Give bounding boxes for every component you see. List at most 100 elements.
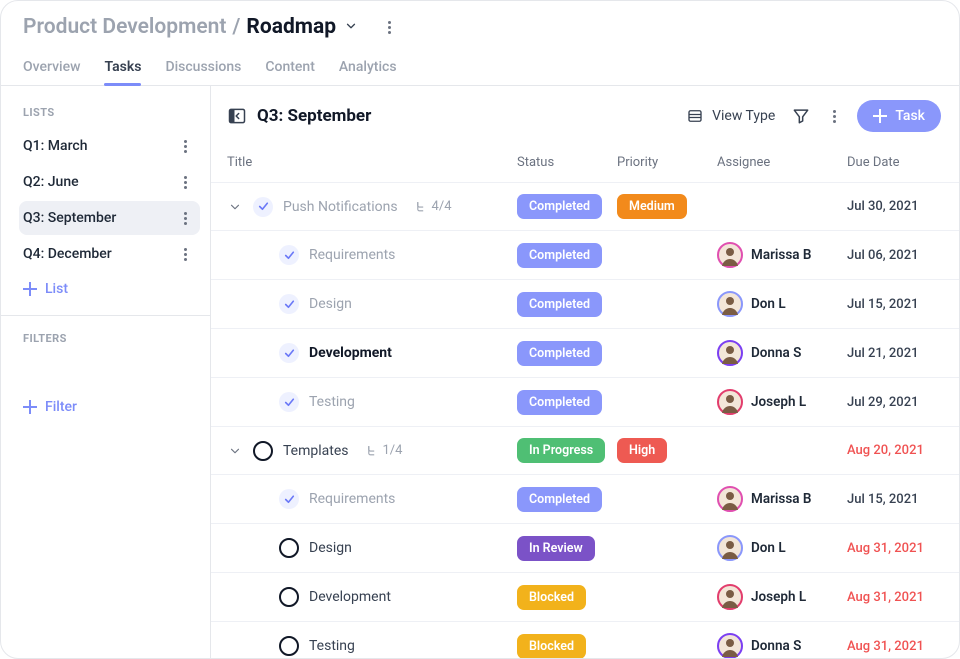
sidebar-list-item[interactable]: Q1: March: [19, 129, 200, 163]
tab-overview[interactable]: Overview: [23, 53, 80, 85]
due-date: Aug 20, 2021: [847, 443, 947, 458]
filter-icon[interactable]: [791, 106, 811, 126]
due-date: Jul 06, 2021: [847, 248, 947, 263]
more-menu-icon[interactable]: [382, 21, 396, 34]
breadcrumb-parent[interactable]: Product Development: [23, 15, 226, 39]
add-list-button[interactable]: List: [19, 271, 200, 307]
sidebar-list-item[interactable]: Q2: June: [19, 165, 200, 199]
task-title: Push Notifications: [283, 199, 398, 215]
more-menu-icon[interactable]: [178, 176, 192, 189]
panel-collapse-icon[interactable]: [227, 106, 247, 126]
avatar[interactable]: [717, 633, 743, 658]
due-date: Aug 31, 2021: [847, 541, 947, 556]
task-row-child[interactable]: DesignIn ReviewDon LAug 31, 2021: [211, 524, 959, 573]
avatar[interactable]: [717, 486, 743, 512]
task-title: Templates: [283, 443, 349, 459]
status-badge[interactable]: Completed: [517, 487, 602, 512]
task-checkbox-done[interactable]: [253, 197, 273, 217]
avatar[interactable]: [717, 291, 743, 317]
priority-badge[interactable]: High: [617, 438, 667, 463]
more-menu-icon[interactable]: [827, 110, 841, 123]
status-badge[interactable]: Completed: [517, 194, 602, 219]
plus-icon: [23, 282, 37, 296]
status-badge[interactable]: In Review: [517, 536, 595, 561]
view-tabs: Overview Tasks Discussions Content Analytics: [1, 45, 959, 86]
task-row-child[interactable]: Requirements Completed Marissa B Jul 06, 20…: [211, 231, 959, 280]
status-badge[interactable]: Completed: [517, 390, 602, 415]
sidebar-list-item[interactable]: Q4: December: [19, 237, 200, 271]
task-checkbox-open[interactable]: [279, 538, 299, 558]
breadcrumb: Product Development / Roadmap: [1, 1, 959, 45]
view-type-button[interactable]: View Type: [686, 107, 775, 125]
more-menu-icon[interactable]: [178, 140, 192, 153]
status-badge[interactable]: In Progress: [517, 438, 605, 463]
assignee-name: Donna S: [751, 345, 801, 361]
more-menu-icon[interactable]: [178, 212, 192, 225]
assignee-name: Marissa B: [751, 491, 812, 507]
task-row-child[interactable]: RequirementsCompletedMarissa BJul 15, 20…: [211, 475, 959, 524]
sidebar-list-item[interactable]: Q3: September: [19, 201, 200, 235]
subtask-count: 4/4: [414, 199, 452, 214]
assignee-name: Don L: [751, 540, 786, 556]
status-badge[interactable]: Completed: [517, 341, 602, 366]
task-checkbox-done[interactable]: [279, 245, 299, 265]
col-priority[interactable]: Priority: [617, 155, 717, 170]
tab-tasks[interactable]: Tasks: [104, 53, 141, 85]
chevron-down-icon[interactable]: [344, 18, 358, 37]
add-filter-button[interactable]: Filter: [19, 389, 200, 425]
due-date: Jul 15, 2021: [847, 297, 947, 312]
task-row-child[interactable]: DevelopmentBlockedJoseph LAug 31, 2021: [211, 573, 959, 622]
task-row-parent[interactable]: Push Notifications 4/4 Completed Medium Jul …: [211, 183, 959, 231]
plus-icon: [873, 109, 887, 123]
avatar[interactable]: [717, 535, 743, 561]
sidebar-item-label: Q4: December: [23, 246, 112, 262]
avatar[interactable]: [717, 389, 743, 415]
col-title[interactable]: Title: [227, 155, 517, 170]
task-list: Push Notifications 4/4 Completed Medium Jul …: [211, 183, 959, 658]
tab-analytics[interactable]: Analytics: [339, 53, 397, 85]
tab-content[interactable]: Content: [265, 53, 315, 85]
avatar[interactable]: [717, 242, 743, 268]
more-menu-icon[interactable]: [178, 248, 192, 261]
task-row-child[interactable]: DesignCompletedDon LJul 15, 2021: [211, 280, 959, 329]
task-row-child[interactable]: DevelopmentCompletedDonna SJul 21, 2021: [211, 329, 959, 378]
avatar[interactable]: [717, 340, 743, 366]
task-checkbox-open[interactable]: [253, 441, 273, 461]
breadcrumb-current[interactable]: Roadmap: [246, 15, 336, 39]
sidebar-lists: Q1: March Q2: June Q3: September Q4: Decemb…: [19, 129, 200, 271]
column-headers: Title Status Priority Assignee Due Date: [211, 142, 959, 183]
list-view-icon: [686, 107, 704, 125]
task-checkbox-done[interactable]: [279, 343, 299, 363]
status-badge[interactable]: Completed: [517, 243, 602, 268]
chevron-down-icon[interactable]: [227, 443, 243, 459]
task-checkbox-open[interactable]: [279, 587, 299, 607]
status-badge[interactable]: Blocked: [517, 634, 586, 659]
priority-badge[interactable]: Medium: [617, 194, 687, 219]
new-task-button[interactable]: Task: [857, 100, 941, 132]
assignee-name: Joseph L: [751, 589, 806, 605]
assignee-name: Marissa B: [751, 247, 812, 263]
task-row-child[interactable]: TestingCompletedJoseph LJul 29, 2021: [211, 378, 959, 427]
sidebar: LISTS Q1: MarchQ2: JuneQ3: SeptemberQ4: …: [1, 86, 211, 658]
view-type-label: View Type: [712, 108, 775, 124]
status-badge[interactable]: Completed: [517, 292, 602, 317]
task-title: Requirements: [309, 247, 395, 263]
sidebar-item-label: Q2: June: [23, 174, 79, 190]
avatar[interactable]: [717, 584, 743, 610]
col-status[interactable]: Status: [517, 155, 617, 170]
task-checkbox-done[interactable]: [279, 294, 299, 314]
assignee-name: Donna S: [751, 638, 801, 654]
subtask-count: 1/4: [365, 443, 403, 458]
col-assignee[interactable]: Assignee: [717, 155, 847, 170]
task-row-parent[interactable]: Templates 1/4 In Progress High Aug 20, 2021: [211, 427, 959, 475]
task-title: Development: [309, 345, 392, 361]
col-due[interactable]: Due Date: [847, 155, 947, 170]
status-badge[interactable]: Blocked: [517, 585, 586, 610]
task-checkbox-done[interactable]: [279, 392, 299, 412]
task-checkbox-done[interactable]: [279, 489, 299, 509]
task-row-child[interactable]: TestingBlockedDonna SAug 31, 2021: [211, 622, 959, 658]
due-date: Jul 30, 2021: [847, 199, 947, 214]
task-checkbox-open[interactable]: [279, 636, 299, 656]
tab-discussions[interactable]: Discussions: [165, 53, 241, 85]
chevron-down-icon[interactable]: [227, 199, 243, 215]
